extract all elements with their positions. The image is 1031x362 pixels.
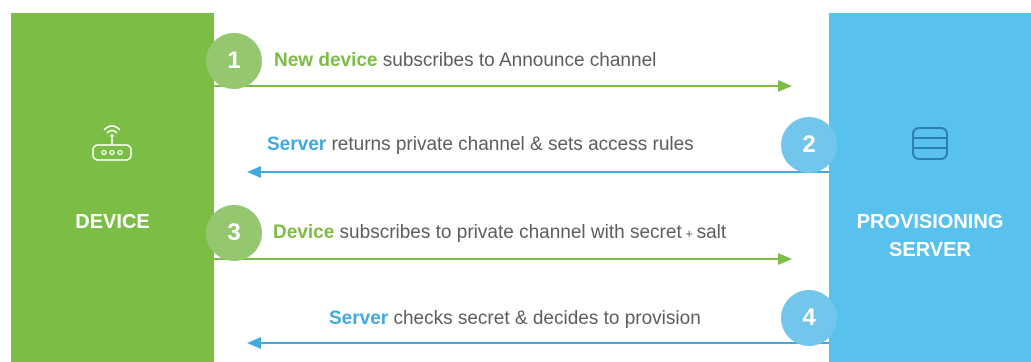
server-label-line-2: SERVER — [889, 239, 971, 261]
step-1-text: subscribes to Announce channel — [377, 50, 657, 71]
step-3-message: Device subscribes to private channel wit… — [273, 221, 726, 246]
database-icon — [912, 127, 948, 160]
step-4-message: Server checks secret & decides to provis… — [329, 307, 701, 331]
server-panel: PROVISIONING SERVER — [829, 13, 1031, 362]
step-1-actor: New device — [274, 50, 378, 71]
router-icon — [92, 125, 132, 161]
arrow-step-2 — [247, 166, 829, 178]
step-3-actor: Device — [273, 222, 335, 243]
server-label: PROVISIONING SERVER — [829, 208, 1031, 264]
step-4-actor: Server — [329, 308, 389, 329]
step-4-badge: 4 — [781, 290, 837, 346]
step-2-message: Server returns private channel & sets ac… — [267, 133, 694, 157]
step-3-tail: salt — [696, 222, 727, 243]
device-panel: DEVICE — [11, 13, 214, 362]
arrow-step-1 — [214, 80, 792, 92]
step-4-text: checks secret & decides to provision — [388, 308, 701, 329]
server-label-line-1: PROVISIONING — [856, 211, 1004, 233]
arrow-step-3 — [214, 253, 792, 265]
step-3-badge: 3 — [206, 205, 262, 261]
step-3-plus: + — [681, 226, 697, 241]
step-2-actor: Server — [267, 134, 327, 155]
step-1-message: New device subscribes to Announce channe… — [274, 49, 656, 73]
step-2-badge: 2 — [781, 117, 837, 173]
device-label: DEVICE — [75, 211, 150, 233]
arrow-step-4 — [247, 337, 829, 349]
step-2-text: returns private channel & sets access ru… — [326, 134, 694, 155]
step-3-text: subscribes to private channel with secre… — [334, 222, 682, 243]
step-1-badge: 1 — [206, 33, 262, 89]
